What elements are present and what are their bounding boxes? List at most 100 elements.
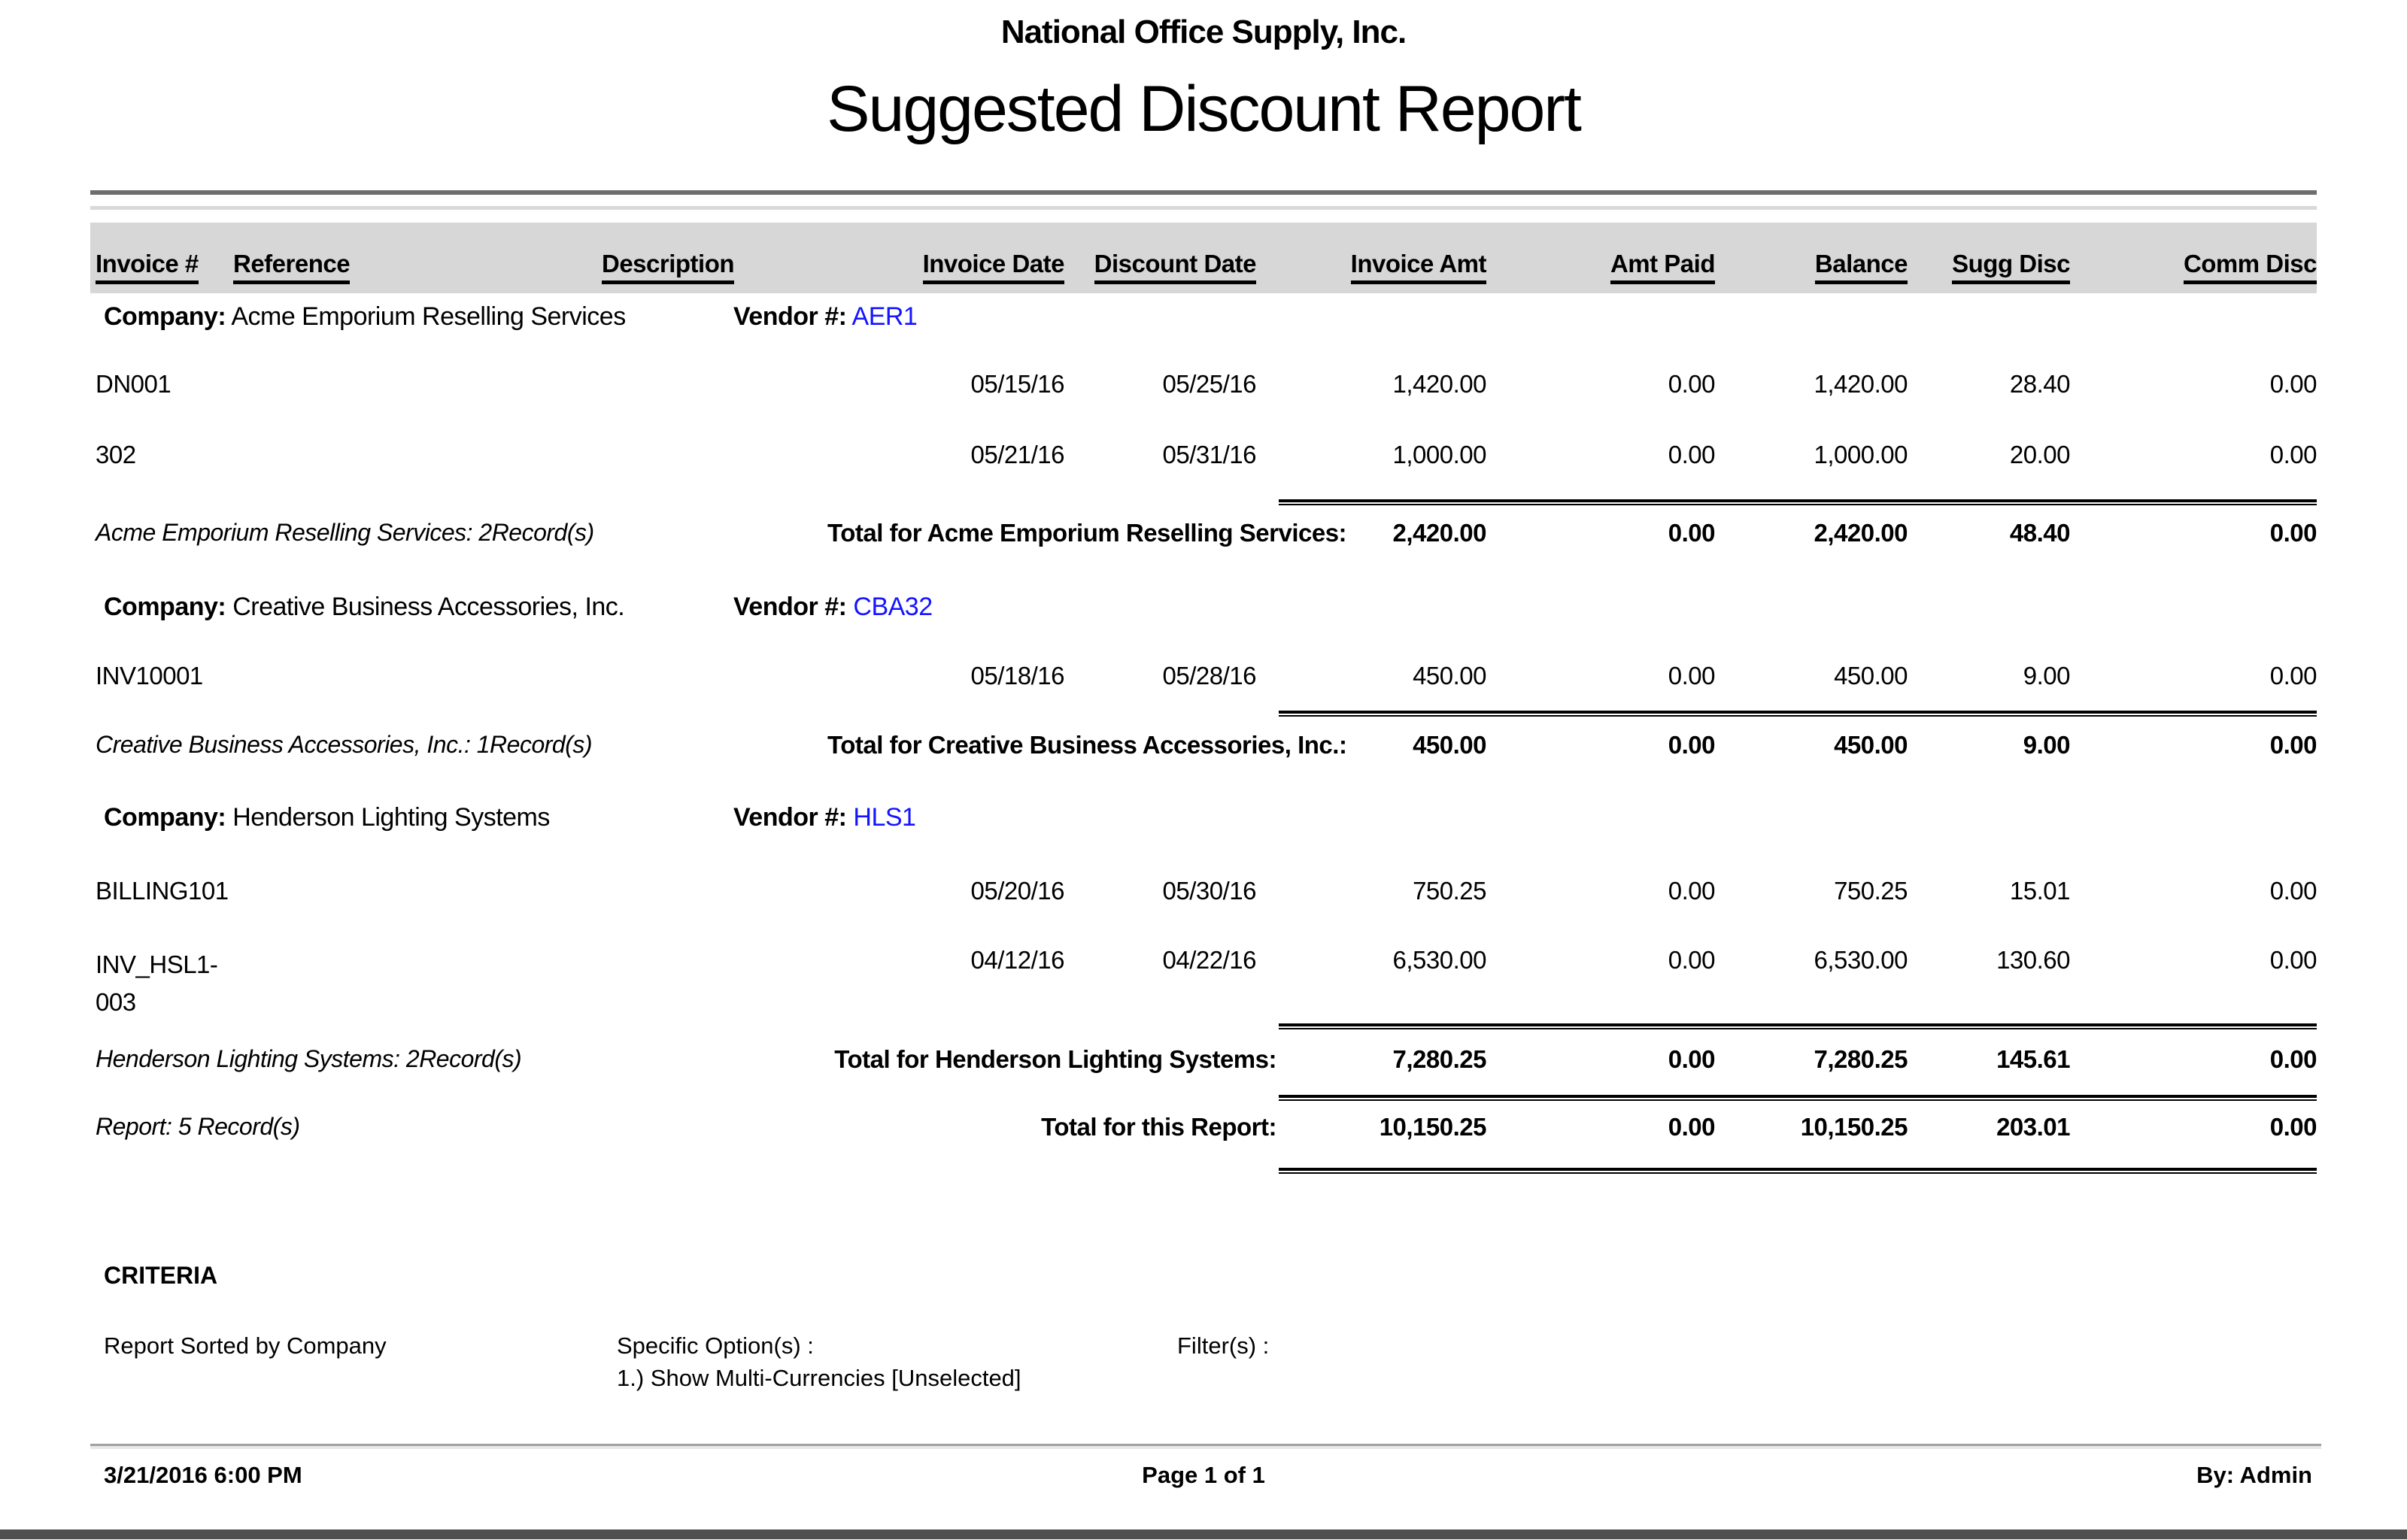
balance-cell: 450.00 bbox=[1715, 662, 1908, 690]
criteria-specific-option-1: 1.) Show Multi-Currencies [Unselected] bbox=[617, 1365, 1021, 1392]
criteria-sorted-by: Report Sorted by Company bbox=[104, 1332, 387, 1360]
sugg-disc-cell: 15.01 bbox=[1908, 877, 2070, 905]
group-records-label: Creative Business Accessories, Inc.: 1Re… bbox=[90, 731, 827, 759]
sugg-disc-cell: 28.40 bbox=[1908, 370, 2070, 399]
group-total-row: Henderson Lighting Systems: 2Record(s) T… bbox=[90, 1045, 2317, 1074]
footer-generated-by: By: Admin bbox=[2196, 1462, 2312, 1489]
bottom-window-edge-bar bbox=[0, 1529, 2407, 1539]
column-header-discount-date: Discount Date bbox=[1064, 250, 1256, 293]
total-sugg-disc: 145.61 bbox=[1908, 1045, 2070, 1074]
comm-disc-cell: 0.00 bbox=[2070, 662, 2317, 690]
vendor-code-link[interactable]: HLS1 bbox=[853, 803, 915, 832]
company-header: Company: Henderson Lighting Systems Vend… bbox=[90, 803, 2317, 832]
company-name: Henderson Lighting Systems bbox=[232, 803, 550, 832]
title-rule-dark bbox=[90, 190, 2317, 195]
amt-paid-cell: 0.00 bbox=[1486, 662, 1715, 690]
invoice-date-cell: 05/21/16 bbox=[888, 441, 1064, 469]
column-header-reference: Reference bbox=[233, 250, 602, 293]
comm-disc-cell: 0.00 bbox=[2070, 370, 2317, 399]
invoice-date-cell: 05/20/16 bbox=[888, 877, 1064, 905]
group-total-rule bbox=[1279, 499, 2317, 505]
total-invoice-amt: 10,150.25 bbox=[1276, 1113, 1486, 1141]
total-balance: 7,280.25 bbox=[1715, 1045, 1908, 1074]
total-comm-disc: 0.00 bbox=[2070, 731, 2317, 759]
criteria-specific-options-label: Specific Option(s) : bbox=[617, 1332, 814, 1360]
criteria-filters-label: Filter(s) : bbox=[1177, 1332, 1269, 1360]
column-header-band: Invoice # Reference Description Invoice … bbox=[90, 223, 2317, 293]
group-total-label: Total for Creative Business Accessories,… bbox=[827, 731, 1276, 759]
invoice-no-cell: BILLING101 bbox=[90, 877, 233, 905]
vendor-code-link[interactable]: AER1 bbox=[852, 302, 918, 331]
discount-date-cell: 05/28/16 bbox=[1064, 662, 1256, 690]
comm-disc-cell: 0.00 bbox=[2070, 877, 2317, 905]
column-header-comm-disc: Comm Disc bbox=[2070, 250, 2317, 293]
group-total-rule bbox=[1279, 711, 2317, 717]
total-amt-paid: 0.00 bbox=[1486, 1045, 1715, 1074]
company-name: Creative Business Accessories, Inc. bbox=[232, 593, 624, 621]
total-amt-paid: 0.00 bbox=[1486, 731, 1715, 759]
company-label: Company: bbox=[90, 803, 226, 832]
vendor-code-link[interactable]: CBA32 bbox=[853, 593, 932, 621]
discount-date-cell: 05/25/16 bbox=[1064, 370, 1256, 399]
reference-cell bbox=[233, 370, 602, 399]
total-sugg-disc: 9.00 bbox=[1908, 731, 2070, 759]
group-total-label: Total for Acme Emporium Reselling Servic… bbox=[827, 519, 1276, 547]
invoice-row: 302 05/21/16 05/31/16 1,000.00 0.00 1,00… bbox=[90, 441, 2317, 469]
report-total-label: Total for this Report: bbox=[827, 1113, 1276, 1141]
report-title: Suggested Discount Report bbox=[0, 72, 2407, 147]
group-records-label: Acme Emporium Reselling Services: 2Recor… bbox=[90, 519, 827, 547]
amt-paid-cell: 0.00 bbox=[1486, 370, 1715, 399]
group-total-rule bbox=[1279, 1023, 2317, 1029]
vendor-field: Vendor #: HLS1 bbox=[733, 803, 915, 832]
balance-cell: 6,530.00 bbox=[1715, 946, 1908, 1020]
column-header-description: Description bbox=[602, 250, 888, 293]
invoice-row: INV_HSL1- 003 04/12/16 04/22/16 6,530.00… bbox=[90, 946, 2317, 1020]
invoice-no-cell: DN001 bbox=[90, 370, 233, 399]
comm-disc-cell: 0.00 bbox=[2070, 946, 2317, 1020]
total-sugg-disc: 203.01 bbox=[1908, 1113, 2070, 1141]
invoice-no-cell: INV10001 bbox=[90, 662, 233, 690]
description-cell bbox=[602, 370, 888, 399]
total-comm-disc: 0.00 bbox=[2070, 1045, 2317, 1074]
description-cell bbox=[602, 441, 888, 469]
total-balance: 450.00 bbox=[1715, 731, 1908, 759]
title-rule-light bbox=[90, 206, 2317, 210]
description-cell bbox=[602, 946, 888, 1020]
total-balance: 2,420.00 bbox=[1715, 519, 1908, 547]
company-label: Company: bbox=[90, 302, 226, 331]
report-records-label: Report: 5 Record(s) bbox=[90, 1113, 827, 1141]
company-header: Company: Acme Emporium Reselling Service… bbox=[90, 302, 2317, 332]
discount-date-cell: 05/30/16 bbox=[1064, 877, 1256, 905]
invoice-row: BILLING101 05/20/16 05/30/16 750.25 0.00… bbox=[90, 877, 2317, 905]
balance-cell: 1,420.00 bbox=[1715, 370, 1908, 399]
invoice-no-cell: INV_HSL1- 003 bbox=[90, 946, 233, 1020]
total-invoice-amt: 450.00 bbox=[1276, 731, 1486, 759]
column-header-invoice-no: Invoice # bbox=[90, 250, 233, 293]
sugg-disc-cell: 130.60 bbox=[1908, 946, 2070, 1020]
total-invoice-amt: 2,420.00 bbox=[1276, 519, 1486, 547]
sugg-disc-cell: 9.00 bbox=[1908, 662, 2070, 690]
invoice-date-cell: 04/12/16 bbox=[888, 946, 1064, 1020]
reference-cell bbox=[233, 877, 602, 905]
column-header-invoice-date: Invoice Date bbox=[888, 250, 1064, 293]
invoice-amt-cell: 450.00 bbox=[1256, 662, 1486, 690]
group-total-row: Acme Emporium Reselling Services: 2Recor… bbox=[90, 519, 2317, 547]
column-header-balance: Balance bbox=[1715, 250, 1908, 293]
reference-cell bbox=[233, 946, 602, 1020]
organization-name: National Office Supply, Inc. bbox=[0, 14, 2407, 51]
reference-cell bbox=[233, 441, 602, 469]
invoice-date-cell: 05/18/16 bbox=[888, 662, 1064, 690]
footer-page-indicator: Page 1 of 1 bbox=[90, 1462, 2317, 1489]
invoice-no-cell: 302 bbox=[90, 441, 233, 469]
company-name: Acme Emporium Reselling Services bbox=[231, 302, 625, 331]
footer-rule bbox=[90, 1444, 2321, 1449]
balance-cell: 1,000.00 bbox=[1715, 441, 1908, 469]
group-records-label: Henderson Lighting Systems: 2Record(s) bbox=[90, 1045, 827, 1074]
sugg-disc-cell: 20.00 bbox=[1908, 441, 2070, 469]
column-header-invoice-amt: Invoice Amt bbox=[1256, 250, 1486, 293]
total-amt-paid: 0.00 bbox=[1486, 1113, 1715, 1141]
report-total-row: Report: 5 Record(s) Total for this Repor… bbox=[90, 1113, 2317, 1141]
vendor-label: Vendor #: bbox=[733, 803, 846, 832]
total-comm-disc: 0.00 bbox=[2070, 1113, 2317, 1141]
amt-paid-cell: 0.00 bbox=[1486, 441, 1715, 469]
